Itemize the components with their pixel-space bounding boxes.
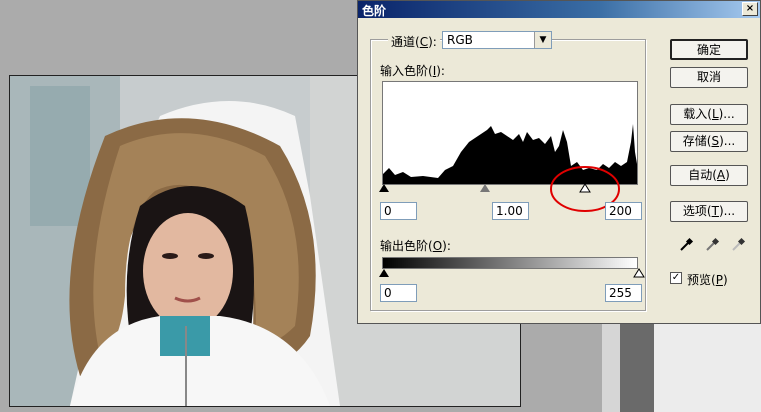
input-black-field[interactable]: 0 [380,202,417,220]
close-button[interactable]: × [742,2,758,16]
load-button[interactable]: 载入(L)... [670,104,748,125]
preview-checkbox[interactable]: ✓ [670,272,682,284]
ok-button[interactable]: 确定 [670,39,748,60]
channel-label: 通道(C): [388,33,440,50]
save-button[interactable]: 存储(S)... [670,131,748,152]
preview-label-prefix: 预览( [687,273,716,287]
black-eyedropper-icon[interactable] [678,237,694,253]
input-levels-label-prefix: 输入色阶( [380,64,433,78]
auto-button-key: A [716,168,726,182]
levels-dialog: 色阶 × 通道(C): RGB ▼ 输入色阶(I): 0 1.00 200 输出… [357,0,761,324]
white-eyedropper-icon[interactable] [730,237,746,253]
output-gradient-bar [382,257,638,269]
preview-label-key: P [715,273,723,287]
channel-label-key: C [419,35,429,49]
save-button-key: S [711,134,720,148]
output-white-slider[interactable] [633,268,645,278]
output-black-slider[interactable] [379,269,389,277]
auto-button[interactable]: 自动(A) [670,165,748,186]
options-button-key: T [711,204,719,218]
channel-label-prefix: 通道( [391,35,420,49]
gray-eyedropper-icon[interactable] [704,237,720,253]
channel-label-suffix: ): [428,35,437,49]
options-button[interactable]: 选项(T)... [670,201,748,222]
save-button-prefix: 存储( [682,134,712,148]
dialog-title: 色阶 [362,4,387,18]
input-gamma-slider[interactable] [480,184,490,192]
output-levels-label-key: O [432,239,443,253]
save-button-suffix: )... [719,134,736,148]
cancel-button[interactable]: 取消 [670,67,748,88]
options-button-suffix: )... [718,204,736,218]
chevron-down-icon[interactable]: ▼ [534,32,551,48]
output-black-field[interactable]: 0 [380,284,417,302]
output-levels-label-prefix: 输出色阶( [380,239,433,253]
input-levels-label: 输入色阶(I): [380,62,445,79]
channel-value: RGB [447,33,473,47]
load-button-suffix: )... [718,107,735,121]
auto-button-prefix: 自动( [688,168,717,182]
auto-button-suffix: ) [725,168,730,182]
canvas-edge [602,324,620,412]
canvas-edge-dark [620,324,654,412]
preview-label: 预览(P) [687,271,728,288]
preview-label-suffix: ) [722,273,728,287]
options-button-prefix: 选项( [682,204,712,218]
input-black-slider[interactable] [379,184,389,192]
channel-select[interactable]: RGB ▼ [442,31,552,49]
load-button-prefix: 载入( [683,107,712,121]
output-levels-label: 输出色阶(O): [380,237,451,254]
load-button-key: L [711,107,719,121]
input-white-field[interactable]: 200 [605,202,642,220]
output-white-field[interactable]: 255 [605,284,642,302]
input-levels-label-suffix: ): [436,64,445,78]
input-gamma-field[interactable]: 1.00 [492,202,529,220]
output-levels-label-suffix: ): [442,239,451,253]
title-bar[interactable]: 色阶 × [358,1,760,18]
canvas-edge-white [654,324,761,412]
